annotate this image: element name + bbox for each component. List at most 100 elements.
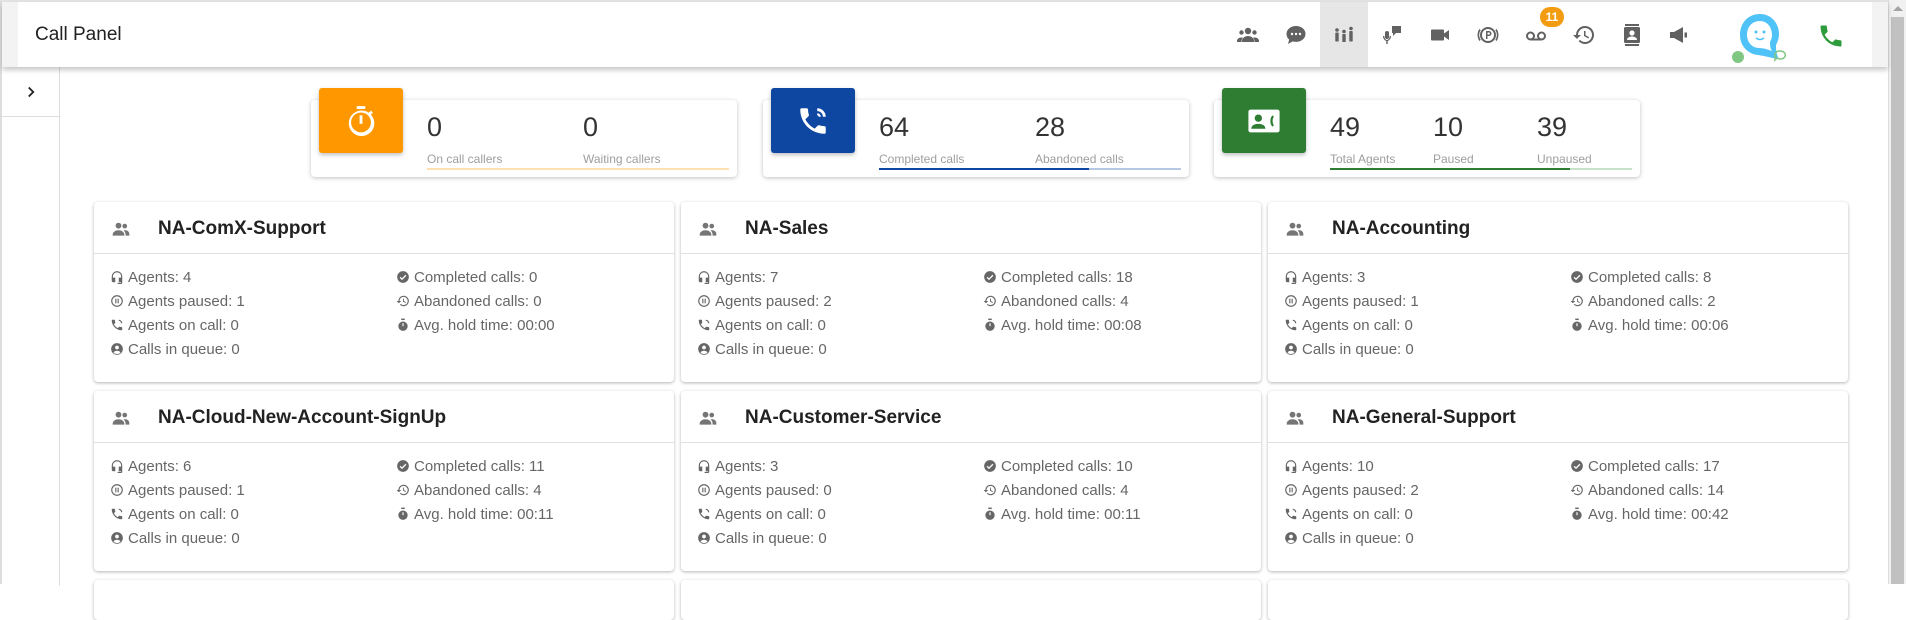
queue-card-na-general-support[interactable]: NA-General-Support Agents: 10 Completed … [1268,391,1848,571]
queue-card-na-accounting[interactable]: NA-Accounting Agents: 3 Completed calls:… [1268,202,1848,382]
scroll-up-arrow-icon[interactable] [1893,6,1903,11]
queue-stats: Agents: 6 Completed calls: 11 Agents pau… [110,457,660,547]
queue-completed: Completed calls: 0 [396,268,660,286]
account-circle-icon [111,343,123,355]
queue-card-partial[interactable] [1268,580,1848,620]
timer-icon [1572,318,1582,331]
queue-in-queue: Calls in queue: 0 [1284,340,1570,358]
queue-completed: Completed calls: 17 [1570,457,1834,475]
queue-hold-time: Avg. hold time: 00:11 [983,505,1247,523]
sidebar-expand-button[interactable] [2,67,59,117]
timer-icon [348,105,375,136]
check-circle-icon [984,460,996,472]
queue-group-icon [112,411,130,425]
queue-stats: Agents: 7 Completed calls: 18 Agents pau… [697,268,1247,358]
queue-card-partial[interactable] [681,580,1261,620]
phone-button[interactable] [1817,22,1845,50]
queue-card-na-cloud-new-account-signup[interactable]: NA-Cloud-New-Account-SignUp Agents: 6 Co… [94,391,674,571]
queue-on-call: Agents on call: 0 [110,505,396,523]
queue-hold-time: Avg. hold time: 00:42 [1570,505,1834,523]
account-circle-icon [698,532,710,544]
queue-group-icon [1286,222,1304,236]
queue-paused: Agents paused: 0 [697,481,983,499]
queue-agents: Agents: 10 [1284,457,1570,475]
history-icon [983,484,996,496]
queue-card-na-comx-support[interactable]: NA-ComX-Support Agents: 4 Completed call… [94,202,674,382]
queue-agents-text: Agents: 6 [128,457,192,475]
calls-summary-card: 64 Completed calls 28 Abandoned calls [763,88,1189,177]
queue-on-call: Agents on call: 0 [697,505,983,523]
total-agents-value: 49 [1330,112,1361,142]
queue-paused: Agents paused: 1 [1284,292,1570,310]
toolbar-announcements-button[interactable] [1656,2,1704,67]
history-icon [396,295,409,307]
chevron-right-icon [27,86,35,97]
queue-completed: Completed calls: 11 [396,457,660,475]
queue-in-queue: Calls in queue: 0 [697,529,983,547]
queue-on-call-text: Agents on call: 0 [715,316,826,334]
queue-hold-time-text: Avg. hold time: 00:06 [1588,316,1729,334]
pause-circle-icon [111,484,123,496]
queue-abandoned-text: Abandoned calls: 2 [1588,292,1716,310]
queue-in-queue: Calls in queue: 0 [110,340,396,358]
phone-in-talk-icon [800,107,826,134]
toolbar-contacts-button[interactable] [1224,2,1272,67]
unpaused-agents-value: 39 [1537,112,1568,142]
queue-group-icon [112,222,130,236]
toolbar-address-book-button[interactable] [1608,2,1656,67]
headset-icon [698,271,710,284]
assistant-avatar[interactable] [1732,10,1788,66]
scrollbar-thumb[interactable] [1891,17,1904,584]
queue-card-na-customer-service[interactable]: NA-Customer-Service Agents: 3 Completed … [681,391,1261,571]
toolbar-parking-button[interactable] [1464,2,1512,67]
queue-on-call: Agents on call: 0 [1284,316,1570,334]
agents-progress-bar [1330,168,1632,170]
queue-completed-text: Completed calls: 0 [414,268,538,286]
callers-progress-bar [427,168,729,170]
queue-abandoned: Abandoned calls: 0 [396,292,660,310]
abandoned-calls-value: 28 [1035,112,1066,142]
app-frame: Call Panel 11 0 On call callers 0 Waitin… [0,0,1888,620]
paused-agents-label: Paused [1433,152,1474,166]
contact-book-icon [1624,23,1640,46]
on-call-callers-value: 0 [427,112,443,142]
sidebar [2,67,60,586]
queue-agents-text: Agents: 4 [128,268,192,286]
toolbar-history-button[interactable] [1560,2,1608,67]
queue-agents: Agents: 3 [697,457,983,475]
vertical-scrollbar[interactable] [1888,0,1906,584]
toolbar-chat-button[interactable] [1272,2,1320,67]
queue-paused-text: Agents paused: 2 [1302,481,1419,499]
phone-in-talk-icon [1285,319,1297,331]
queue-card-partial[interactable] [94,580,674,620]
agents-progress-fill [1330,168,1571,170]
pause-circle-icon [698,484,710,496]
toolbar-video-button[interactable] [1416,2,1464,67]
queue-paused: Agents paused: 1 [110,481,396,499]
headset-icon [111,460,123,473]
headset-icon [1285,271,1297,284]
queue-card-header: NA-Accounting [1268,202,1848,254]
headset-icon [698,460,710,473]
queue-completed-text: Completed calls: 18 [1001,268,1133,286]
toolbar-voice-button[interactable] [1368,2,1416,67]
queue-in-queue: Calls in queue: 0 [697,340,983,358]
video-icon [1431,29,1449,40]
queue-on-call-text: Agents on call: 0 [1302,316,1413,334]
queue-stats: Agents: 10 Completed calls: 17 Agents pa… [1284,457,1834,547]
queue-hold-time-text: Avg. hold time: 00:11 [414,505,554,523]
queue-card-na-sales[interactable]: NA-Sales Agents: 7 Completed calls: 18 A… [681,202,1261,382]
toolbar-voicemail-button[interactable]: 11 [1512,2,1564,67]
groups-icon [1237,27,1259,42]
queue-card-header: NA-Cloud-New-Account-SignUp [94,391,674,443]
abandoned-calls-label: Abandoned calls [1035,152,1124,166]
queue-card-header: NA-General-Support [1268,391,1848,443]
check-circle-icon [397,271,409,283]
queue-hold-time-text: Avg. hold time: 00:00 [414,316,555,334]
waiting-callers-value: 0 [583,112,599,142]
queue-on-call: Agents on call: 0 [1284,505,1570,523]
queue-abandoned: Abandoned calls: 4 [983,481,1247,499]
toolbar-call-panel-button[interactable] [1320,2,1368,67]
queue-hold-time: Avg. hold time: 00:08 [983,316,1247,334]
pause-circle-icon [111,295,123,307]
